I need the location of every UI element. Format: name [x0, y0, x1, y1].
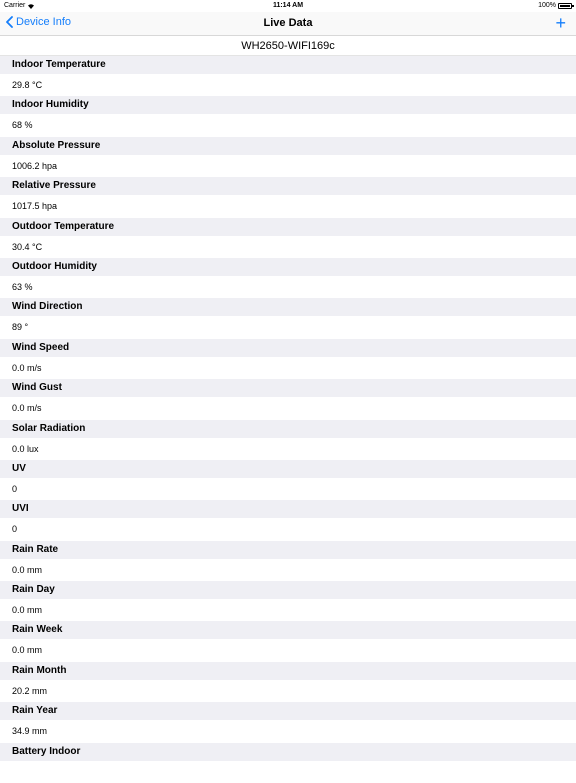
item-label: Rain Week — [0, 621, 576, 640]
status-time: 11:14 AM — [272, 2, 304, 9]
item-value: 0.0 m/s — [0, 397, 576, 420]
item-value: 29.8 °C — [0, 74, 576, 97]
item-label: Indoor Humidity — [0, 96, 576, 115]
plus-icon: + — [555, 13, 566, 33]
item-label: Rain Month — [0, 661, 576, 680]
item-label: UV — [0, 459, 576, 478]
live-data-list: Indoor Temperature 29.8 °C Indoor Humidity… — [0, 56, 576, 783]
item-value — [0, 760, 576, 783]
device-name: WH2650-WIFI169c — [0, 37, 576, 56]
item-label: Battery Indoor — [0, 742, 576, 761]
item-label: Rain Year — [0, 702, 576, 721]
item-value: 0.0 mm — [0, 599, 576, 622]
item-value: 1017.5 hpa — [0, 195, 576, 218]
item-label: Indoor Temperature — [0, 56, 576, 74]
battery-icon — [558, 2, 574, 9]
item-label: Relative Pressure — [0, 177, 576, 196]
item-label: Outdoor Humidity — [0, 257, 576, 276]
item-label: Wind Direction — [0, 298, 576, 317]
item-label: Wind Speed — [0, 338, 576, 357]
item-value: 1006.2 hpa — [0, 154, 576, 178]
battery-percent: 100% — [538, 2, 556, 9]
item-value: 0.0 mm — [0, 639, 576, 662]
page-title: Live Data — [263, 17, 313, 29]
item-value: 0 — [0, 477, 576, 501]
item-value: 0 — [0, 518, 576, 541]
item-value: 0.0 mm — [0, 558, 576, 582]
item-label: Solar Radiation — [0, 419, 576, 438]
item-label: Absolute Pressure — [0, 136, 576, 155]
item-label: Rain Day — [0, 581, 576, 600]
status-bar: Carrier 11:14 AM 100% — [0, 0, 576, 12]
item-value: 0.0 m/s — [0, 356, 576, 380]
item-value: 63 % — [0, 275, 576, 299]
item-value: 68 % — [0, 114, 576, 137]
item-value: 20.2 mm — [0, 679, 576, 703]
item-label: Rain Rate — [0, 540, 576, 559]
status-battery: 100% — [538, 2, 574, 9]
item-label: Wind Gust — [0, 379, 576, 398]
item-value: 34.9 mm — [0, 720, 576, 743]
add-button[interactable]: + — [555, 13, 566, 33]
item-value: 30.4 °C — [0, 235, 576, 258]
navigation-bar: Device Info Live Data + — [0, 12, 576, 36]
item-label: UVI — [0, 500, 576, 519]
item-label: Outdoor Temperature — [0, 217, 576, 236]
item-value: 89 ° — [0, 316, 576, 339]
item-value: 0.0 lux — [0, 437, 576, 460]
